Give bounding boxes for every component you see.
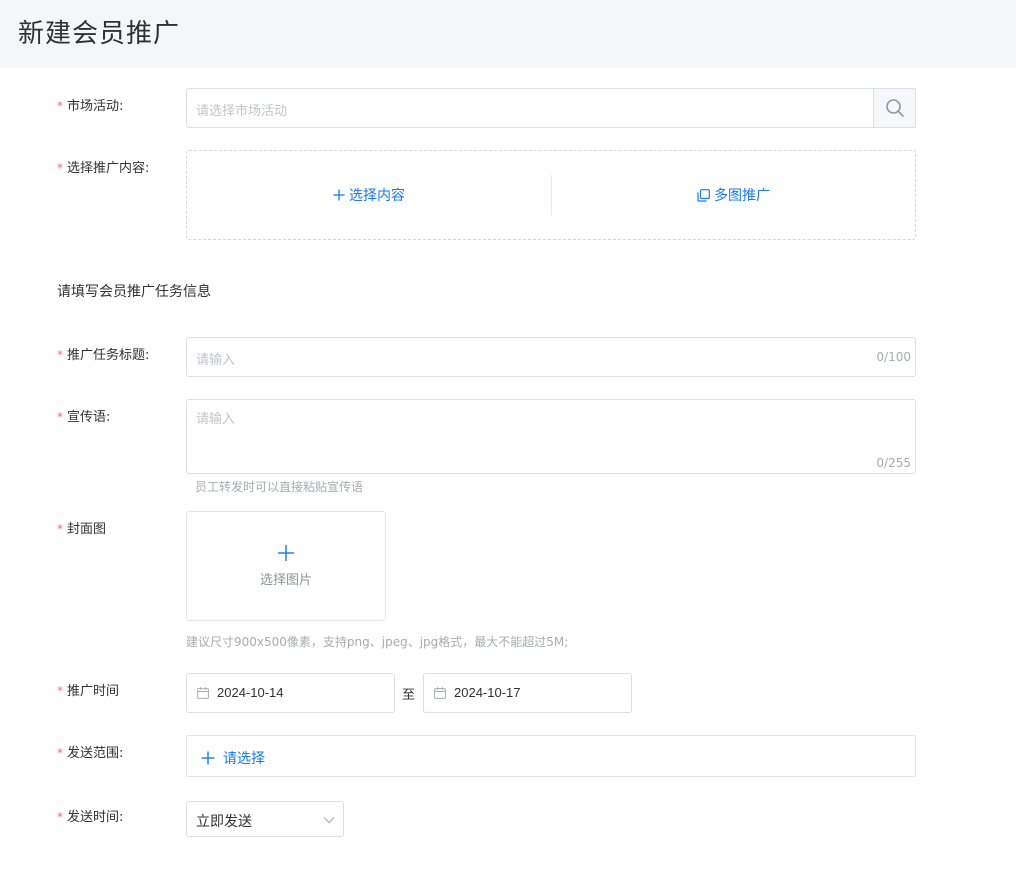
required-mark: * [57, 348, 63, 362]
market-input[interactable]: 请选择市场活动 [186, 88, 916, 128]
plus-icon [201, 751, 215, 765]
content-picker: 选择内容 多图推广 [186, 150, 916, 240]
calendar-icon [197, 687, 209, 699]
send-time-label: * 发送时间: [57, 810, 124, 825]
page-header: 新建会员推广 [0, 0, 1016, 68]
task-title-label: * 推广任务标题: [57, 348, 150, 363]
task-title-counter: 0/100 [876, 350, 911, 364]
task-title-input[interactable]: 请输入 0/100 [186, 337, 916, 377]
slogan-counter: 0/255 [876, 456, 911, 470]
content-label: * 选择推广内容: [57, 161, 150, 176]
plus-icon [333, 189, 345, 201]
required-mark: * [57, 522, 63, 536]
date-separator: 至 [402, 688, 416, 703]
start-date-picker[interactable]: 2024-10-14 [186, 673, 395, 713]
cover-hint: 建议尺寸900x500像素，支持png、jpeg、jpg格式，最大不能超过5M; [186, 635, 569, 649]
scope-label: * 发送范围: [57, 746, 124, 761]
chevron-down-icon [323, 817, 335, 824]
scope-picker: 请选择 [186, 735, 916, 777]
period-label: * 推广时间 [57, 684, 120, 699]
start-date-value: 2024-10-14 [217, 685, 284, 700]
section-title: 请填写会员推广任务信息 [57, 284, 211, 300]
cover-upload[interactable]: 选择图片 [186, 511, 386, 621]
page-title: 新建会员推广 [18, 19, 181, 49]
end-date-picker[interactable]: 2024-10-17 [423, 673, 632, 713]
multi-image-button[interactable]: 多图推广 [697, 185, 770, 205]
copy-icon [697, 188, 710, 202]
upload-label: 选择图片 [259, 573, 312, 588]
select-content-button[interactable]: 选择内容 [333, 185, 405, 205]
scope-select-button[interactable]: 请选择 [201, 748, 265, 768]
plus-icon [278, 545, 294, 561]
send-time-value: 立即发送 [196, 814, 252, 830]
cover-label: * 封面图 [57, 522, 107, 537]
required-mark: * [57, 746, 63, 760]
slogan-label: * 宣传语: [57, 410, 111, 425]
calendar-icon [434, 687, 446, 699]
required-mark: * [57, 410, 63, 424]
slogan-placeholder: 请输入 [196, 412, 236, 427]
task-title-placeholder: 请输入 [196, 353, 236, 368]
market-label: * 市场活动: [57, 99, 124, 114]
required-mark: * [57, 810, 63, 824]
search-icon [885, 99, 904, 117]
required-mark: * [57, 684, 63, 698]
slogan-textarea[interactable]: 请输入 0/255 [186, 399, 916, 474]
content-divider [551, 175, 552, 215]
send-time-select[interactable]: 立即发送 [186, 801, 344, 837]
end-date-value: 2024-10-17 [454, 685, 521, 700]
market-placeholder: 请选择市场活动 [196, 104, 288, 119]
slogan-hint: 员工转发时可以直接粘贴宣传语 [195, 480, 364, 494]
required-mark: * [57, 161, 63, 175]
market-search-button[interactable] [873, 88, 916, 128]
required-mark: * [57, 99, 63, 113]
